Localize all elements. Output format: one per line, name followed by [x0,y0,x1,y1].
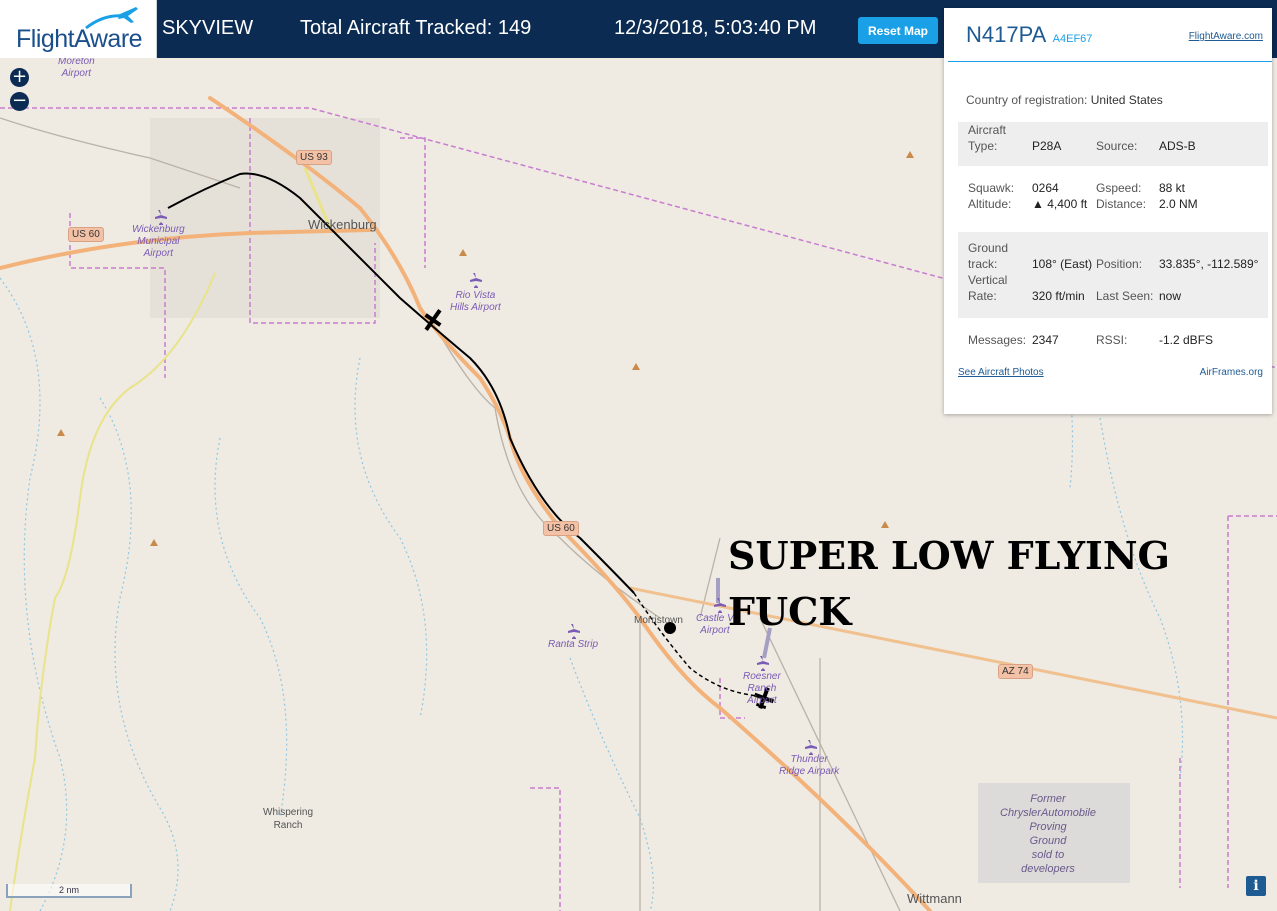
label-moreton-airport: Moreton Airport [58,58,95,79]
airframes-link[interactable]: AirFrames.org [1200,367,1263,378]
lastseen-value: now [1159,289,1182,303]
shield-az74: AZ 74 [998,664,1033,679]
shield-us60-west: US 60 [68,227,104,242]
messages-label: Messages: [968,333,1027,347]
label-thunder-ridge: Thunder Ridge Airpark [779,754,840,777]
country-value: United States [1090,93,1163,107]
messages-value: 2347 [1032,333,1059,347]
label-chrysler-proving-ground: Former ChryslerAutomobile Proving Ground… [1000,793,1096,875]
aircraft-hex: A4EF67 [1052,33,1093,45]
highway-lines [0,96,932,911]
panel-header: N417PA A4EF67 [966,22,1092,48]
panel-divider [948,61,1272,62]
gspeed-label: Gspeed: [1096,181,1142,195]
secondary-road [9,272,216,911]
flightaware-logo[interactable]: FlightAware [0,0,157,58]
label-wittmann: Wittmann [907,891,962,906]
track-label: Ground track: [968,241,1009,271]
label-wickenburg-airport: Wickenburg Municipal Airport [132,224,185,259]
label-whispering-ranch: Whispering Ranch [263,807,314,831]
shield-us93: US 93 [296,150,332,165]
track-value: 108° (East) [1032,257,1093,271]
row-type-source: Aircraft Type: P28A Source: ADS-B [958,122,1268,166]
datetime: 12/3/2018, 5:03:40 PM [614,17,817,39]
row-messages-rssi: Messages: 2347 RSSI: -1.2 dBFS [958,332,1268,352]
logo-text: FlightAware [16,25,143,53]
altitude-label: Altitude: [968,197,1012,211]
type-label: Aircraft Type: [968,123,1007,153]
gspeed-value: 88 kt [1159,181,1186,195]
position-label: Position: [1096,257,1143,271]
altitude-value: ▲ 4,400 ft [1032,197,1088,211]
label-roesner-airport: Roesner Ranch Airport [743,671,781,706]
vrate-value: 320 ft/min [1032,289,1085,303]
rssi-label: RSSI: [1096,333,1128,347]
aircraft-info-panel: N417PA A4EF67 FlightAware.com Country of… [944,8,1272,414]
source-label: Source: [1096,139,1138,153]
squawk-label: Squawk: [968,181,1015,195]
label-ranta-strip: Ranta Strip [548,639,599,650]
squawk-value: 0264 [1032,181,1059,195]
app-name: SKYVIEW [162,17,254,39]
distance-label: Distance: [1096,197,1147,211]
aircraft-callsign: N417PA [966,22,1047,47]
row-squawk-altitude: Squawk: 0264 Gspeed: 88 kt Altitude: ▲ 4… [958,180,1268,216]
zoom-out-button[interactable]: − [10,92,29,111]
scale-bar: 2 nm [6,884,132,898]
annotation-text: SUPER LOW FLYING FUCK [728,533,1171,634]
flightaware-link[interactable]: FlightAware.com [1189,31,1263,42]
shield-us60-east: US 60 [543,521,579,536]
aircraft-photos-link[interactable]: See Aircraft Photos [958,367,1044,378]
label-rio-vista-airport: Rio Vista Hills Airport [450,290,501,313]
lastseen-label: Last Seen: [1096,289,1154,303]
distance-value: 2.0 NM [1159,197,1198,211]
row-track-vrate: Ground track: 108° (East) Position: 33.8… [958,232,1268,318]
total-tracked: Total Aircraft Tracked: 149 [300,17,532,39]
info-button[interactable]: i [1246,876,1266,896]
type-value: P28A [1032,139,1062,153]
label-morristown: Morristown [634,615,683,626]
zoom-in-button[interactable]: + [10,68,29,87]
vrate-label: Vertical Rate: [968,273,1008,303]
label-wickenburg: Wickenburg [308,217,377,232]
reset-map-button[interactable]: Reset Map [858,17,938,44]
country-row: Country of registration: United States [966,93,1163,107]
position-value: 33.835°, -112.589° [1159,257,1259,271]
country-label: Country of registration: [966,93,1088,107]
source-value: ADS-B [1159,139,1196,153]
rssi-value: -1.2 dBFS [1159,333,1214,347]
